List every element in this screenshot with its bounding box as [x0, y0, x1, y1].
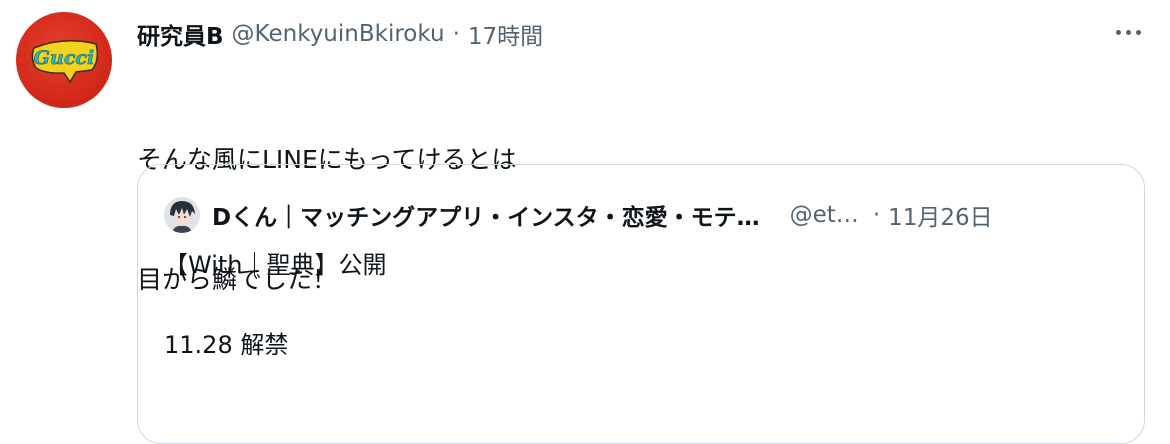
quoted-user-handle[interactable]: @et… [790, 202, 859, 228]
separator-dot: · [452, 21, 460, 47]
quoted-tweet-header: Dくん｜マッチングアプリ・インスタ・恋愛・モテ… @et… · 11月26日 [164, 195, 1124, 235]
more-horizontal-icon [1125, 29, 1131, 35]
user-avatar[interactable]: Gucci [16, 12, 112, 108]
quoted-user-avatar [164, 197, 200, 233]
quoted-text-line [164, 285, 387, 325]
display-name[interactable]: 研究員B [137, 17, 224, 51]
quoted-tweet-text: 【With｜聖典】公開 11.28 解禁 [164, 245, 387, 365]
anime-avatar-icon [164, 197, 200, 233]
avatar-logo-text: Gucci [34, 47, 94, 69]
quoted-tweet-card[interactable]: Dくん｜マッチングアプリ・インスタ・恋愛・モテ… @et… · 11月26日 【… [137, 164, 1145, 444]
separator-dot: · [872, 202, 881, 228]
more-horizontal-icon [1115, 29, 1121, 35]
tweet-header: 研究員B @KenkyuinBkiroku · 17時間 [137, 14, 543, 54]
more-horizontal-icon [1135, 29, 1141, 35]
quoted-display-name[interactable]: Dくん｜マッチングアプリ・インスタ・恋愛・モテ… [212, 198, 760, 232]
quoted-tweet-timestamp[interactable]: 11月26日 [888, 198, 993, 232]
tweet-timestamp[interactable]: 17時間 [468, 17, 543, 51]
quoted-text-line: 【With｜聖典】公開 [164, 251, 387, 279]
gucci-logo-icon: Gucci [31, 40, 99, 84]
tweet[interactable]: Gucci 研究員B @KenkyuinBkiroku · 17時間 そんな風に… [0, 0, 1170, 444]
user-handle[interactable]: @KenkyuinBkiroku [232, 21, 445, 47]
more-options-button[interactable] [1108, 20, 1148, 44]
quoted-text-line: 11.28 解禁 [164, 331, 289, 359]
